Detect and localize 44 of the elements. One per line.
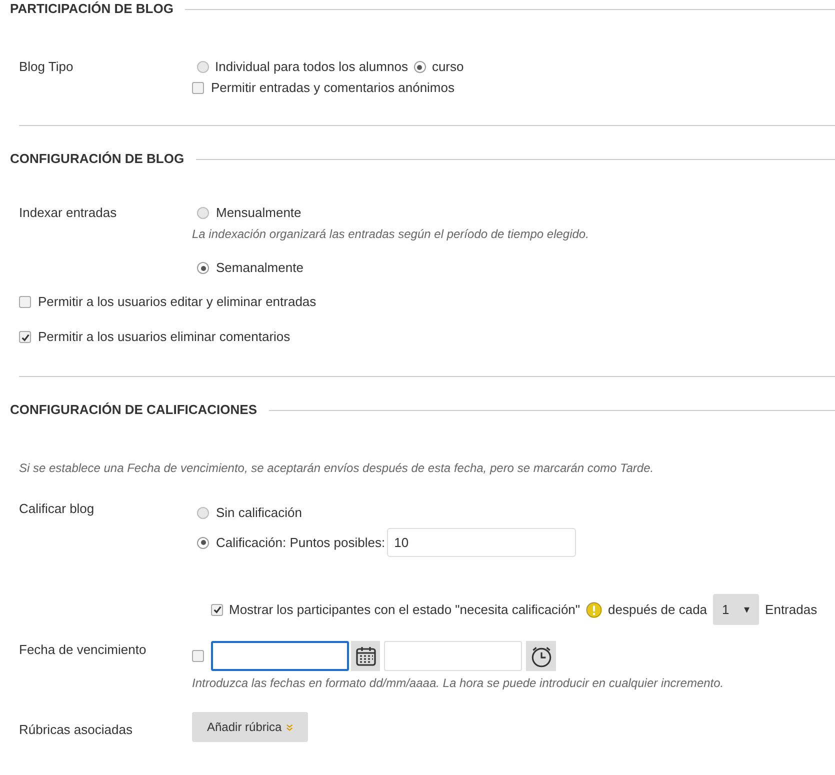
option-label: Entradas [765,600,818,618]
option-label: Permitir a los usuarios eliminar comentarios [38,328,290,346]
checkbox[interactable] [192,82,204,94]
section-heading: CONFIGURACIÓN DE BLOG [9,150,184,168]
calendar-button[interactable] [351,641,380,671]
option-label: después de cada [608,600,708,618]
option-label: Calificación: Puntos posibles: [216,534,386,552]
section-heading: PARTICIPACIÓN DE BLOG [9,0,174,18]
option-label: Permitir a los usuarios editar y eliminar entradas [38,293,316,311]
option-label: Mostrar los participantes con el estado "necesita calificación" [229,600,580,618]
field-label: Indexar entradas [18,204,118,222]
add-rubric-button[interactable]: Añadir rúbrica [192,712,308,742]
warning-icon [586,602,602,618]
checkbox[interactable] [19,331,31,343]
option-label: Mensualmente [216,204,302,222]
clock-button[interactable] [526,641,556,671]
radio-button[interactable] [197,507,209,519]
radio-button[interactable] [197,207,209,219]
calendar-icon [354,644,378,668]
option-label: curso [432,58,464,76]
checkbox[interactable] [19,296,31,308]
hint-text: Introduzca las fechas en formato dd/mm/aaaa. La hora se puede introducir en cualquier incremento. [192,675,724,692]
radio-button[interactable] [197,262,209,274]
option-label: Permitir entradas y comentarios anónimos [211,79,454,97]
radio-button[interactable] [197,61,209,73]
hint-text: Si se establece una Fecha de vencimiento, se aceptarán envíos después de esta fecha, pero se marcarán como Tarde. [19,460,655,477]
option-label: Individual para todos los alumnos [215,58,408,76]
field-label: Calificar blog [18,500,96,518]
checkbox[interactable] [211,604,223,616]
points-field[interactable]: 10 [387,528,576,557]
option-label: Sin calificación [216,504,302,522]
hint-text: La indexación organizará las entradas según el período de tiempo elegido. [192,226,589,243]
time-field[interactable] [384,641,522,671]
field-label: Fecha de vencimiento [18,641,148,659]
section-heading: CONFIGURACIÓN DE CALIFICACIONES [9,401,257,419]
field-label: Rúbricas asociadas [18,721,134,739]
checkbox[interactable] [192,650,204,662]
date-field[interactable] [211,641,349,671]
radio-button[interactable] [197,536,209,548]
chevron-down-icon [286,724,293,730]
radio-button[interactable] [414,61,426,73]
option-label: Semanalmente [216,259,304,277]
entries-select[interactable]: 1 ▾ [713,594,760,625]
field-label: Blog Tipo [18,58,74,76]
